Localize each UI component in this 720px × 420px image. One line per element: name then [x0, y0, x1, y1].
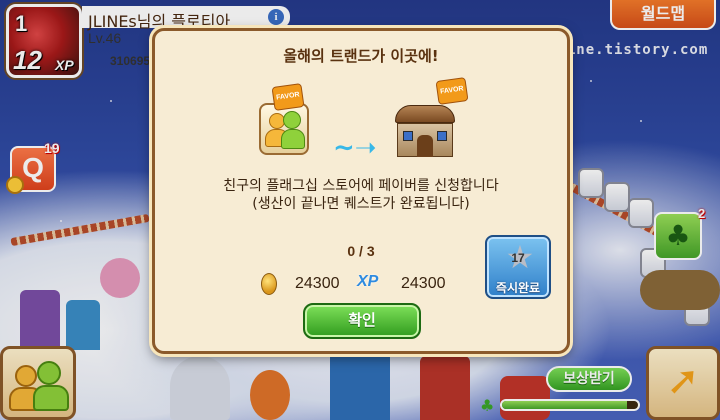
coin-reward-value: 24300: [295, 275, 340, 292]
reward-row: 24300 XP 24300: [255, 271, 475, 297]
xp-reward-value: 24300: [401, 275, 446, 292]
store-door: [417, 135, 433, 157]
arrow-right-icon: ∼➝: [333, 133, 377, 163]
friends-icon: [259, 103, 309, 155]
favor-badge-icon: FAVOR: [435, 77, 469, 105]
instant-complete-cost: 17: [511, 251, 525, 265]
description-line: 친구의 플래그십 스토어에 페이버를 신청합니다: [223, 178, 499, 194]
description-line: (생산이 끝나면 퀘스트가 완료됩니다): [252, 196, 470, 212]
quest-dialog: 올해의 트랜드가 이곳에! FAVOR ∼➝ FAVOR 친구의 플래그십 스토…: [152, 28, 570, 354]
coin-icon: [261, 273, 277, 295]
store-window: [403, 131, 413, 141]
flagship-store-icon: [391, 101, 459, 161]
store-roof: [395, 105, 455, 123]
instant-complete-button[interactable]: ★ 17 즉시완료: [485, 235, 551, 299]
xp-icon: XP: [357, 273, 379, 290]
store-window: [437, 131, 447, 141]
friend-body-icon: [281, 129, 305, 149]
confirm-button[interactable]: 확인: [303, 303, 421, 339]
quest-description: 친구의 플래그십 스토어에 페이버를 신청합니다 (생산이 끝나면 퀘스트가 완…: [155, 177, 567, 213]
favor-badge-icon: FAVOR: [271, 83, 305, 111]
dialog-title: 올해의 트랜드가 이곳에!: [283, 47, 439, 65]
friend-head-icon: [283, 111, 301, 129]
quest-illustration: FAVOR ∼➝ FAVOR: [155, 77, 567, 189]
instant-complete-label: 즉시완료: [495, 281, 541, 295]
